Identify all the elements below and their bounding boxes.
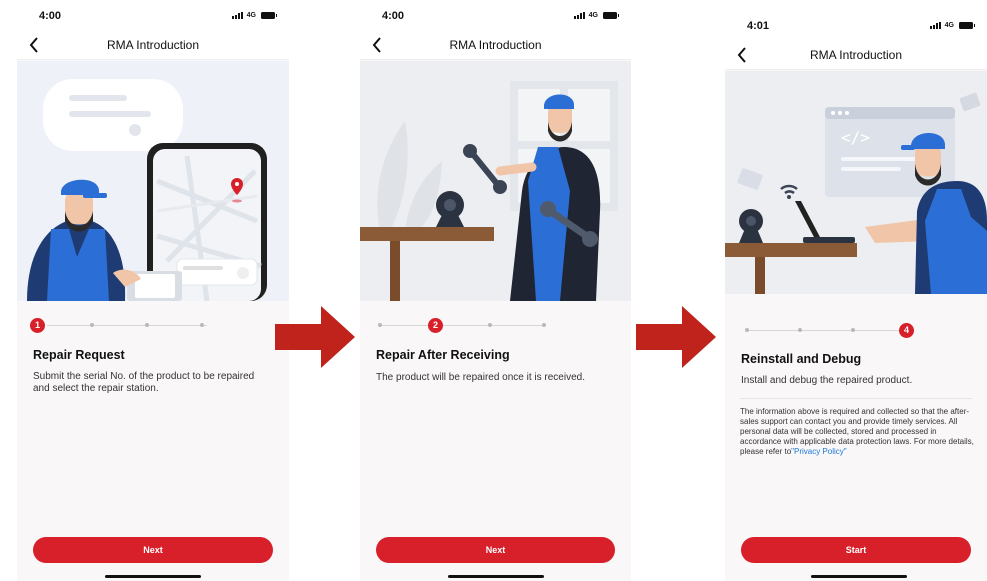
step-2-dot <box>90 323 94 327</box>
step-4-active: 4 <box>899 323 914 338</box>
flow-arrow-icon <box>275 306 355 368</box>
status-bar: 4:00 4G <box>360 0 631 32</box>
signal-icon <box>929 22 941 29</box>
step-4-dot <box>542 323 546 327</box>
debug-illustration: </> <box>725 71 987 294</box>
step-description: The product will be repaired once it is … <box>376 372 585 383</box>
network-type: 4G <box>944 22 954 29</box>
start-button[interactable]: Start <box>741 537 971 563</box>
step-2-dot <box>798 328 802 332</box>
battery-icon <box>261 12 277 19</box>
status-bar: 4:01 4G <box>725 10 987 42</box>
next-button[interactable]: Next <box>376 537 615 563</box>
next-button[interactable]: Next <box>33 537 273 563</box>
network-type: 4G <box>588 12 598 19</box>
status-bar: 4:00 4G <box>17 0 289 32</box>
page-title: RMA Introduction <box>809 48 903 62</box>
step-indicator: 4 <box>725 321 987 341</box>
home-indicator <box>811 575 907 578</box>
step-title: Repair Request <box>33 348 125 362</box>
nav-bar: RMA Introduction <box>360 32 631 60</box>
step-1-dot <box>378 323 382 327</box>
divider <box>740 398 972 399</box>
status-time: 4:00 <box>39 10 62 22</box>
flow-arrow-icon <box>636 306 716 368</box>
privacy-policy-link[interactable]: "Privacy Policy" <box>791 447 846 456</box>
step-3-dot <box>145 323 149 327</box>
page-title: RMA Introduction <box>449 38 542 52</box>
page-title: RMA Introduction <box>106 38 200 52</box>
battery-icon <box>603 12 619 19</box>
step-1-dot <box>745 328 749 332</box>
signal-icon <box>573 12 585 19</box>
step-indicator: 2 <box>360 316 631 336</box>
nav-bar: RMA Introduction <box>17 32 289 60</box>
repair-request-illustration <box>17 61 289 301</box>
step-2-active: 2 <box>428 318 443 333</box>
phone-screen-reinstall-debug: 4:01 4G RMA Introduction </> 4 Reinstall… <box>725 10 987 581</box>
status-time: 4:00 <box>382 10 405 22</box>
phone-screen-repair-after-receiving: 4:00 4G RMA Introduction 2 Repair After … <box>360 0 631 581</box>
nav-bar: RMA Introduction <box>725 42 987 70</box>
step-indicator: 1 <box>17 316 289 336</box>
step-description: Submit the serial No. of the product to … <box>33 371 255 394</box>
home-indicator <box>448 575 544 578</box>
phone-screen-repair-request: 4:00 4G RMA Introduction 1 Repair Reques… <box>17 0 289 581</box>
status-time: 4:01 <box>747 20 770 32</box>
step-4-dot <box>200 323 204 327</box>
step-1-active: 1 <box>30 318 45 333</box>
step-description: Install and debug the repaired product. <box>741 375 913 386</box>
repair-illustration <box>360 61 631 301</box>
battery-icon <box>959 22 975 29</box>
signal-icon <box>231 12 243 19</box>
privacy-notice: The information above is required and co… <box>740 407 975 457</box>
step-3-dot <box>488 323 492 327</box>
step-title: Repair After Receiving <box>376 348 510 362</box>
code-icon: </> <box>841 128 870 147</box>
network-type: 4G <box>246 12 256 19</box>
privacy-notice-text: The information above is required and co… <box>740 407 974 456</box>
home-indicator <box>105 575 201 578</box>
step-3-dot <box>851 328 855 332</box>
step-title: Reinstall and Debug <box>741 352 862 366</box>
